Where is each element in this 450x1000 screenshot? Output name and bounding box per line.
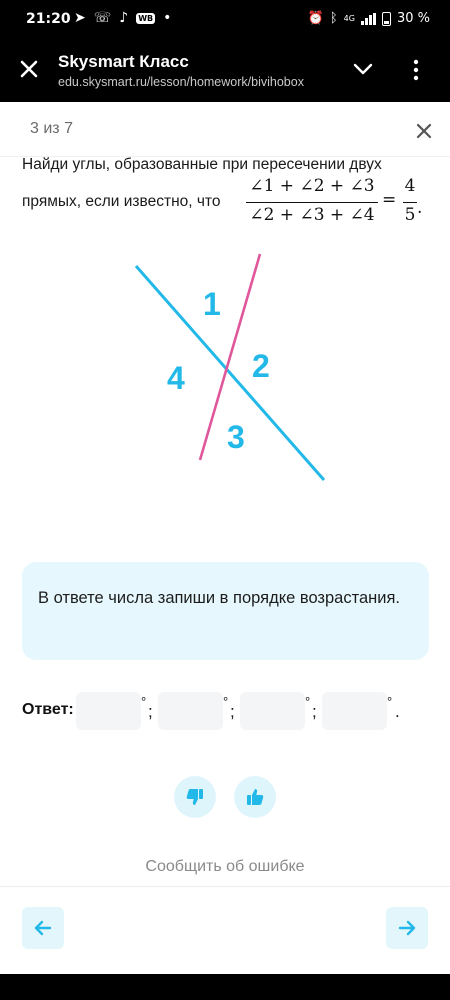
degree-sign-3: ° [305, 694, 311, 709]
angle-label-1: 1 [203, 286, 221, 322]
report-error-link[interactable]: Сообщить об ошибке [0, 858, 450, 876]
answer-row: Ответ: ° ; ° ; ° ; ° . [22, 692, 432, 730]
system-icons: ⏰ ᛒ 4G 30 % [308, 11, 430, 26]
angle-label-2: 2 [252, 348, 270, 384]
more-notifications-icon: • [163, 10, 172, 26]
network-type: 4G [343, 13, 355, 23]
thumbs-up-icon [247, 789, 264, 805]
answer-input-4[interactable] [322, 692, 387, 730]
task-text-line1: Найди углы, образованные при пересечении… [22, 156, 382, 173]
like-button[interactable] [234, 776, 276, 818]
arrow-left-icon [34, 920, 52, 936]
formula-rhs-numerator: 4 [404, 176, 416, 196]
system-navigation-bar [0, 974, 450, 1000]
task-counter: 3 из 7 [30, 120, 73, 137]
tiktok-icon: ♪ [119, 10, 129, 26]
bluetooth-icon: ᛒ [329, 11, 338, 26]
separator-3: ; [312, 702, 317, 721]
degree-sign-2: ° [223, 694, 229, 709]
task-header: 3 из 7 [0, 102, 450, 157]
separator-1: ; [148, 702, 153, 721]
hint-text: В ответе числа запиши в порядке возраста… [38, 589, 401, 607]
signal-icon [360, 12, 376, 25]
wildberries-icon: WB [136, 12, 156, 24]
formula-equals: = [382, 190, 397, 210]
missed-call-icon: ☏ [93, 10, 112, 26]
answer-input-1[interactable] [76, 692, 141, 730]
notification-icons: ➤ ☏ ♪ WB • [74, 10, 171, 26]
answer-input-2[interactable] [158, 692, 223, 730]
battery-icon [381, 11, 391, 26]
degree-sign-4: ° [387, 694, 393, 709]
separator-2: ; [230, 702, 235, 721]
formula-denominator: ∠2 + ∠3 + ∠4 [249, 205, 375, 225]
answer-end: . [395, 702, 400, 721]
thumbs-down-icon [186, 789, 203, 805]
status-time: 21:20 [26, 11, 71, 27]
next-button[interactable] [386, 907, 428, 949]
rhs-fraction-bar [403, 202, 417, 203]
intersecting-lines-figure: 1 2 3 4 [110, 250, 340, 490]
close-task-icon[interactable] [415, 122, 433, 140]
angle-label-3: 3 [227, 419, 245, 455]
lines-drawing [134, 253, 326, 481]
answer-label: Ответ: [22, 701, 74, 718]
hint-box: В ответе числа запиши в порядке возраста… [22, 562, 429, 660]
formula-rhs-denominator: 5 [404, 205, 416, 225]
fraction-bar [246, 202, 378, 203]
degree-sign-1: ° [141, 694, 147, 709]
telegram-icon: ➤ [74, 10, 86, 26]
formula-period: . [417, 198, 423, 218]
formula-numerator: ∠1 + ∠2 + ∠3 [249, 176, 375, 196]
answer-input-3[interactable] [240, 692, 305, 730]
battery-level: 30 % [396, 11, 430, 26]
status-bar: 21:20 ➤ ☏ ♪ WB • ⏰ ᛒ 4G 30 % [0, 0, 450, 38]
chevron-down-icon[interactable] [352, 60, 374, 78]
page-title: Skysmart Класс [58, 52, 189, 71]
bottom-navigation [0, 886, 450, 975]
browser-app-bar: Skysmart Класс edu.skysmart.ru/lesson/ho… [0, 38, 450, 102]
close-icon[interactable] [18, 58, 40, 80]
page-url: edu.skysmart.ru/lesson/homework/bivihobo… [58, 75, 304, 89]
dislike-button[interactable] [174, 776, 216, 818]
arrow-right-icon [398, 920, 416, 936]
alarm-icon: ⏰ [307, 11, 324, 26]
task-text-line2: прямых, если известно, что [22, 193, 221, 210]
more-options-icon[interactable] [412, 58, 420, 82]
previous-button[interactable] [22, 907, 64, 949]
angle-label-4: 4 [167, 360, 185, 396]
